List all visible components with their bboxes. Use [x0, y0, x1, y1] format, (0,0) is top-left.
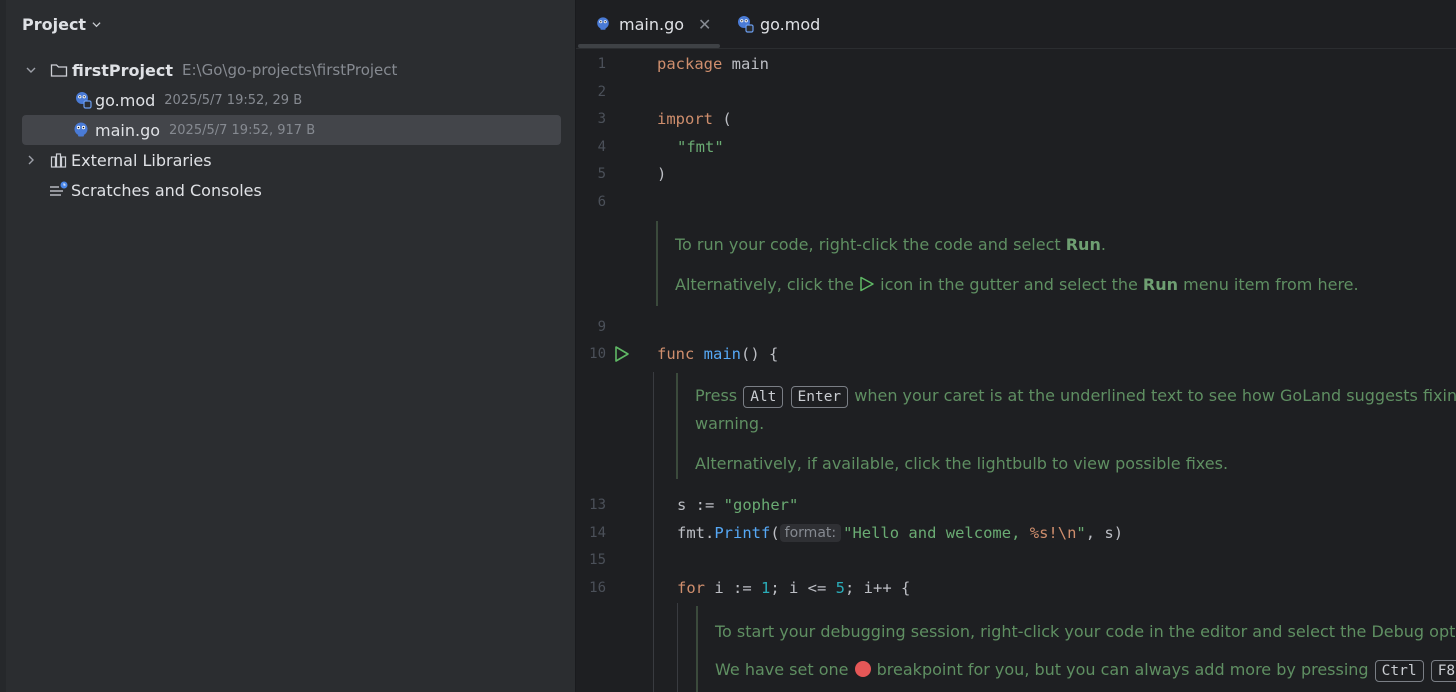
active-tab-indicator [578, 44, 720, 48]
project-panel: Project firstProject E:\Go\go-projects\f… [0, 0, 575, 692]
external-libraries-label: External Libraries [71, 150, 212, 170]
doc-comment-debug: To start your debugging session, right-c… [715, 622, 1456, 641]
file-name-go-mod: go.mod [95, 90, 156, 110]
code-line-16[interactable]: for i := 1; i <= 5; i++ { [677, 579, 910, 597]
kbd-enter: Enter [790, 386, 849, 408]
folder-icon [50, 64, 68, 77]
tab-main-go[interactable]: main.go ✕ [595, 0, 711, 48]
doc-comment-gutter: Alternatively, click the icon in the gut… [675, 275, 1359, 294]
tree-node-external-libraries[interactable]: External Libraries [22, 145, 560, 175]
parameter-hint: format: [779, 524, 842, 542]
tree-node-main-go[interactable]: main.go 2025/5/7 19:52, 917 B [22, 115, 561, 145]
line-number: 1 [597, 56, 606, 72]
tab-go-mod[interactable]: go.mod [736, 0, 820, 48]
project-panel-title: Project [22, 14, 87, 34]
line-number: 14 [589, 525, 606, 541]
doc-comment-breakpoint: We have set one breakpoint for you, but … [715, 660, 1456, 682]
doc-comment-run: To run your code, right-click the code a… [675, 235, 1106, 254]
file-meta-go-mod: 2025/5/7 19:52, 29 B [164, 92, 303, 108]
chevron-down-icon [92, 21, 101, 27]
line-number: 10 [589, 346, 606, 362]
scratches-icon [50, 181, 68, 196]
doc-comment-bar [676, 373, 678, 479]
doc-comment-press: Press Alt Enter when your caret is at th… [695, 386, 1456, 408]
root-name: firstProject [72, 60, 173, 80]
line-number: 16 [589, 580, 606, 596]
tab-label-go-mod: go.mod [760, 14, 821, 34]
file-name-main-go: main.go [95, 120, 161, 140]
chevron-right-icon[interactable] [24, 153, 38, 167]
go-mod-file-icon [76, 92, 92, 109]
line-number: 9 [597, 319, 606, 335]
doc-comment-warning: warning. [695, 414, 765, 433]
doc-comment-lightbulb: Alternatively, if available, click the l… [695, 454, 1229, 473]
line-number: 3 [597, 111, 606, 127]
line-number: 2 [597, 84, 606, 100]
code-line-4[interactable]: "fmt" [677, 138, 724, 156]
doc-comment-bar [696, 606, 698, 692]
code-line-13[interactable]: s := "gopher" [677, 496, 798, 514]
kbd-f8: F8 [1430, 660, 1456, 682]
go-mod-file-icon [738, 16, 754, 33]
code-line-5[interactable]: ) [657, 165, 666, 183]
tree-node-go-mod[interactable]: go.mod 2025/5/7 19:52, 29 B [22, 85, 560, 115]
project-view-selector[interactable]: Project [22, 13, 101, 35]
code-line-14[interactable]: fmt.Printf(format: "Hello and welcome, %s… [677, 524, 1123, 543]
editor-tabs: main.go ✕ go.mod [576, 0, 1456, 49]
close-icon[interactable]: ✕ [698, 15, 711, 34]
tool-window-stripe [0, 0, 6, 692]
tree-node-first-project[interactable]: firstProject E:\Go\go-projects\firstProj… [22, 55, 560, 85]
doc-comment-bar [656, 221, 658, 306]
breakpoint-icon [854, 661, 871, 677]
library-icon [50, 153, 67, 168]
file-meta-main-go: 2025/5/7 19:52, 917 B [169, 122, 316, 138]
kbd-alt: Alt [743, 386, 784, 408]
tree-node-scratches[interactable]: Scratches and Consoles [22, 175, 560, 205]
chevron-down-icon[interactable] [24, 63, 38, 77]
line-number: 4 [597, 139, 606, 155]
indent-guide [653, 372, 654, 692]
go-file-icon [597, 17, 609, 30]
line-number: 15 [589, 552, 606, 568]
run-icon [860, 276, 874, 292]
line-number: 6 [597, 194, 606, 210]
line-number: 13 [589, 497, 606, 513]
editor-area[interactable]: main.go ✕ go.mod 1 2 3 4 5 6 9 10 13 14 … [576, 0, 1456, 692]
code-line-10[interactable]: func main() { [657, 345, 778, 363]
code-line-3[interactable]: import ( [657, 110, 732, 128]
line-number: 5 [597, 166, 606, 182]
tab-label-main-go: main.go [619, 14, 685, 34]
run-gutter-icon[interactable] [614, 345, 630, 363]
kbd-ctrl: Ctrl [1374, 660, 1424, 682]
scratches-label: Scratches and Consoles [71, 180, 262, 200]
root-path: E:\Go\go-projects\firstProject [182, 61, 398, 79]
code-line-1[interactable]: package main [657, 55, 769, 73]
indent-guide [677, 603, 678, 692]
go-file-icon [74, 122, 88, 137]
